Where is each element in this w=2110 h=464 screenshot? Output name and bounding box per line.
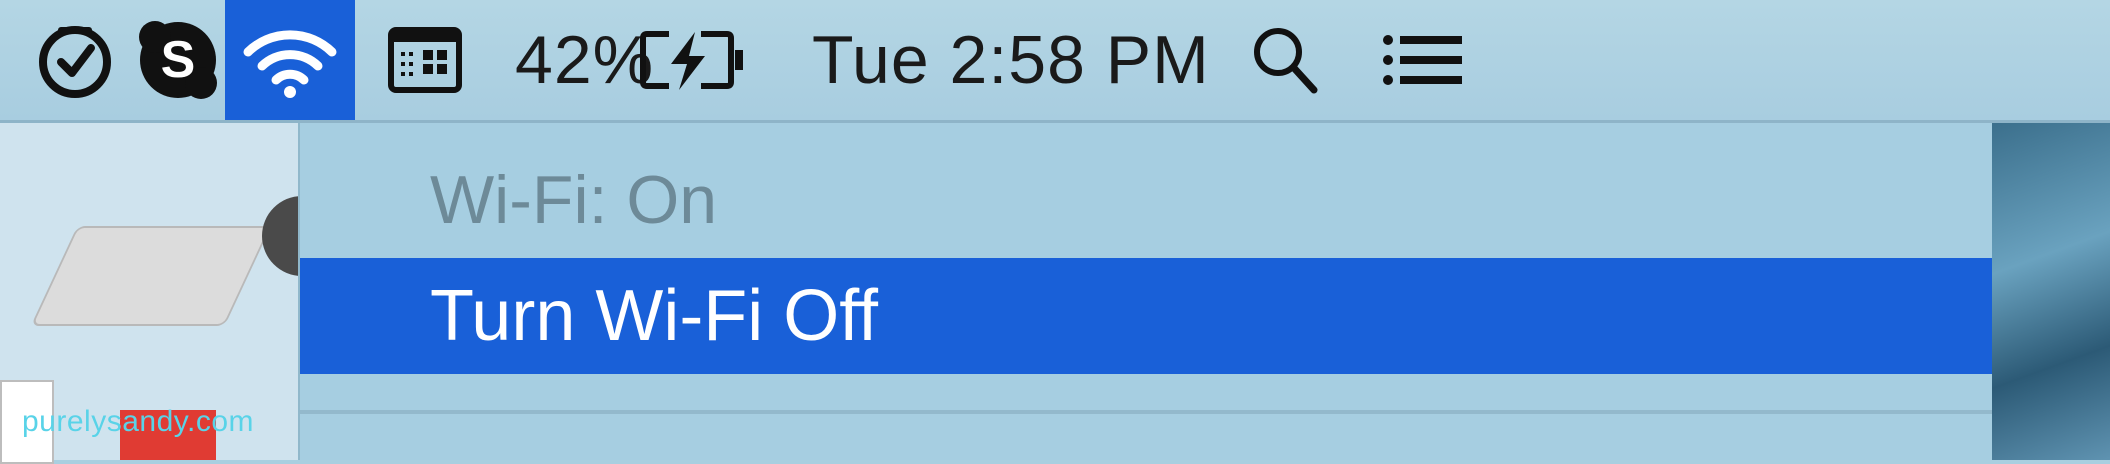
clock-check-icon[interactable]	[30, 0, 120, 120]
wifi-icon	[243, 30, 337, 98]
notification-list-icon[interactable]	[1375, 0, 1470, 120]
menu-bar: S 42% Tue 2:58 PM	[0, 0, 2110, 123]
watermark: purelysandy.com	[22, 405, 255, 438]
desktop-wallpaper	[1990, 123, 2110, 460]
skype-icon[interactable]: S	[130, 0, 225, 120]
wifi-status-label: Wi-Fi: On	[430, 162, 718, 238]
battery-charging-icon[interactable]	[638, 0, 748, 120]
app-window-icon[interactable]	[380, 0, 470, 120]
svg-text:S: S	[160, 31, 195, 89]
wifi-dropdown-menu: Wi-Fi: On Turn Wi-Fi Off	[298, 123, 1992, 460]
turn-wifi-off-menu-item[interactable]: Turn Wi-Fi Off	[300, 258, 1992, 374]
browser-tab[interactable]	[30, 226, 272, 326]
wifi-menu-button[interactable]	[225, 0, 355, 120]
battery-percent[interactable]: 42%	[515, 0, 654, 120]
menu-separator	[300, 410, 1992, 414]
menubar-clock[interactable]: Tue 2:58 PM	[812, 0, 1210, 120]
search-icon[interactable]	[1245, 0, 1325, 120]
